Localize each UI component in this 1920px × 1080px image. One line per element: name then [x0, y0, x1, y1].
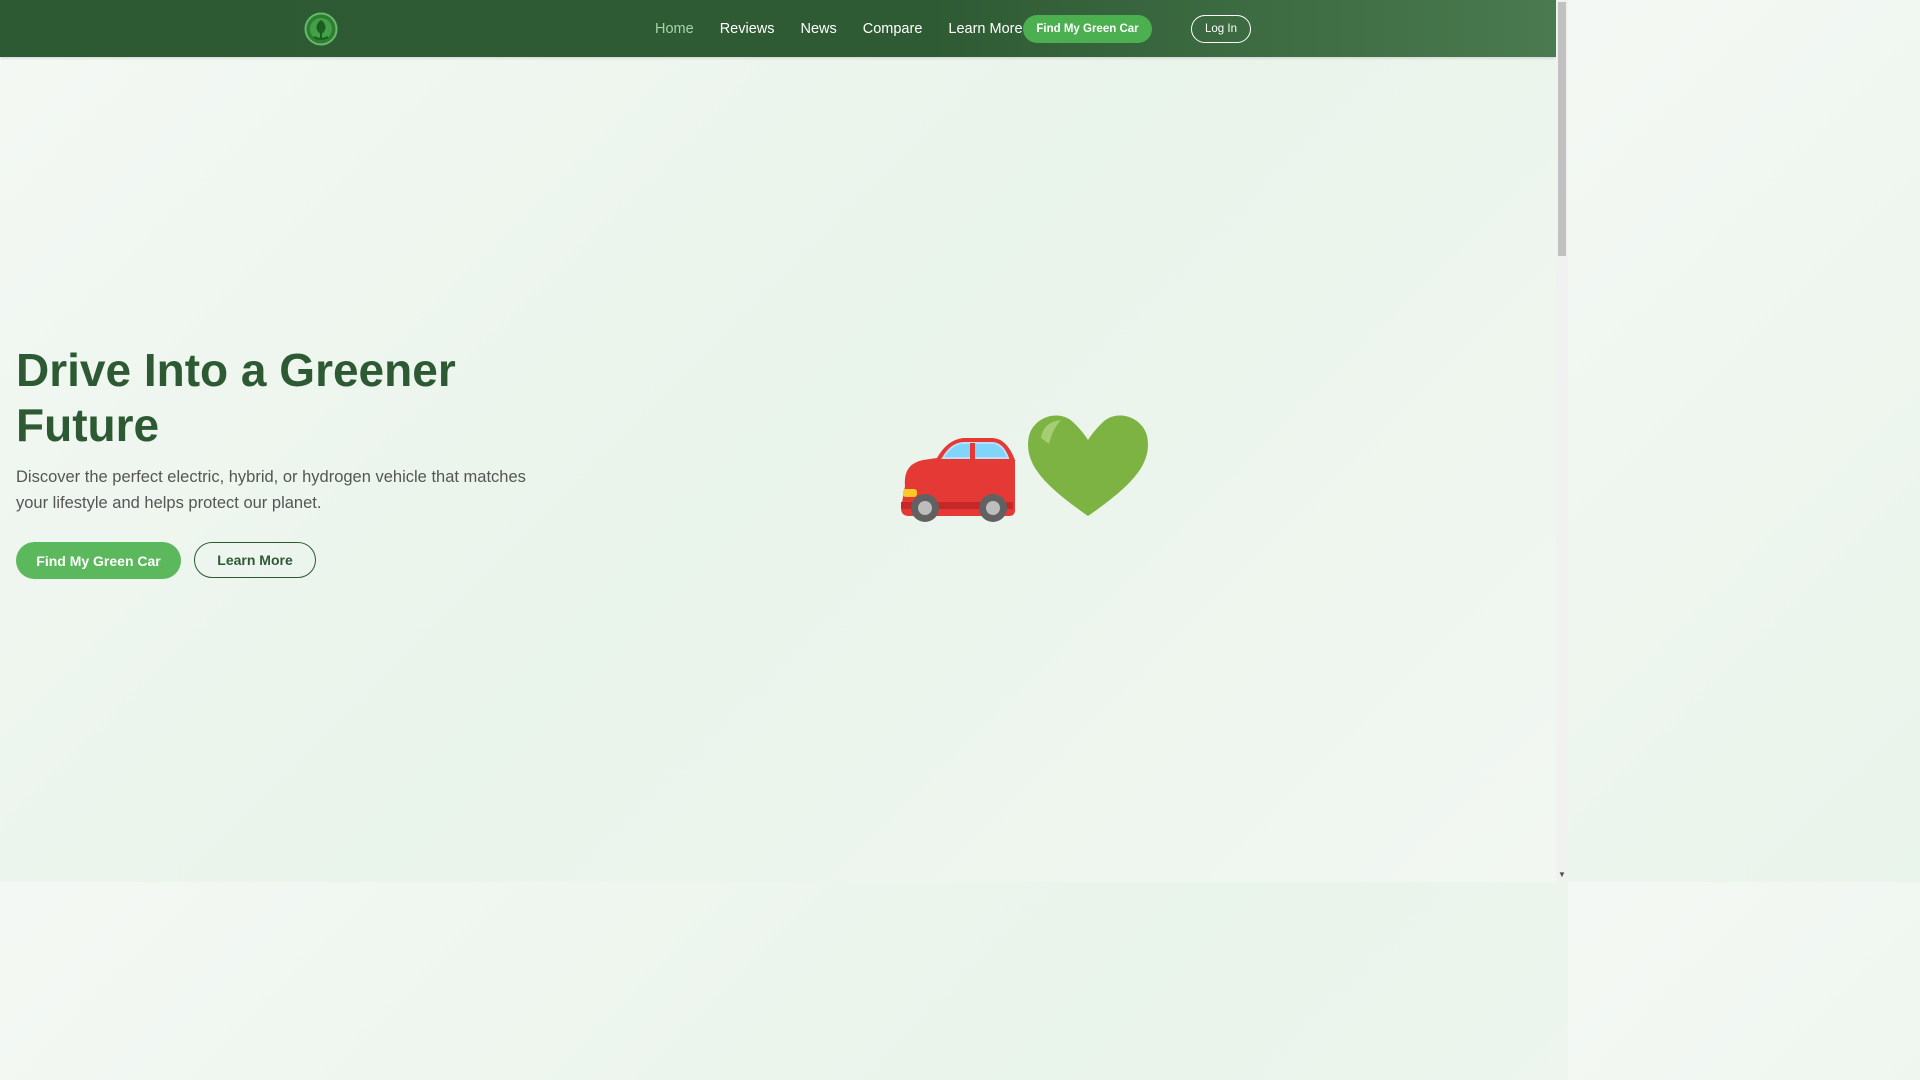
hero-subtitle: Discover the perfect electric, hybrid, o… [16, 468, 526, 512]
car-icon [901, 438, 1015, 522]
scrollbar-thumb[interactable] [1558, 2, 1566, 256]
logo[interactable] [304, 12, 338, 46]
scroll-down-arrow-icon[interactable]: ▼ [1556, 868, 1568, 882]
top-navbar: Home Reviews News Compare Learn More Fin… [0, 0, 1556, 57]
nav-link-compare[interactable]: Compare [850, 21, 936, 37]
nav-link-home[interactable]: Home [642, 21, 707, 37]
nav-link-news[interactable]: News [787, 21, 849, 37]
nav-link-learn-more[interactable]: Learn More [935, 21, 1035, 37]
hero-title: Drive Into a Greener Future [16, 344, 456, 451]
hero-illustration [895, 404, 1150, 524]
green-heart-icon [1028, 415, 1148, 516]
learn-more-button[interactable]: Learn More [194, 542, 316, 578]
find-green-car-button[interactable]: Find My Green Car [16, 542, 181, 579]
vertical-scrollbar[interactable]: ▼ [1556, 0, 1568, 882]
main-nav: Home Reviews News Compare Learn More [642, 0, 1036, 57]
nav-find-green-car-button[interactable]: Find My Green Car [1023, 15, 1152, 43]
login-button[interactable]: Log In [1191, 15, 1251, 43]
nav-link-reviews[interactable]: Reviews [707, 21, 788, 37]
leaf-logo-icon [304, 12, 338, 46]
